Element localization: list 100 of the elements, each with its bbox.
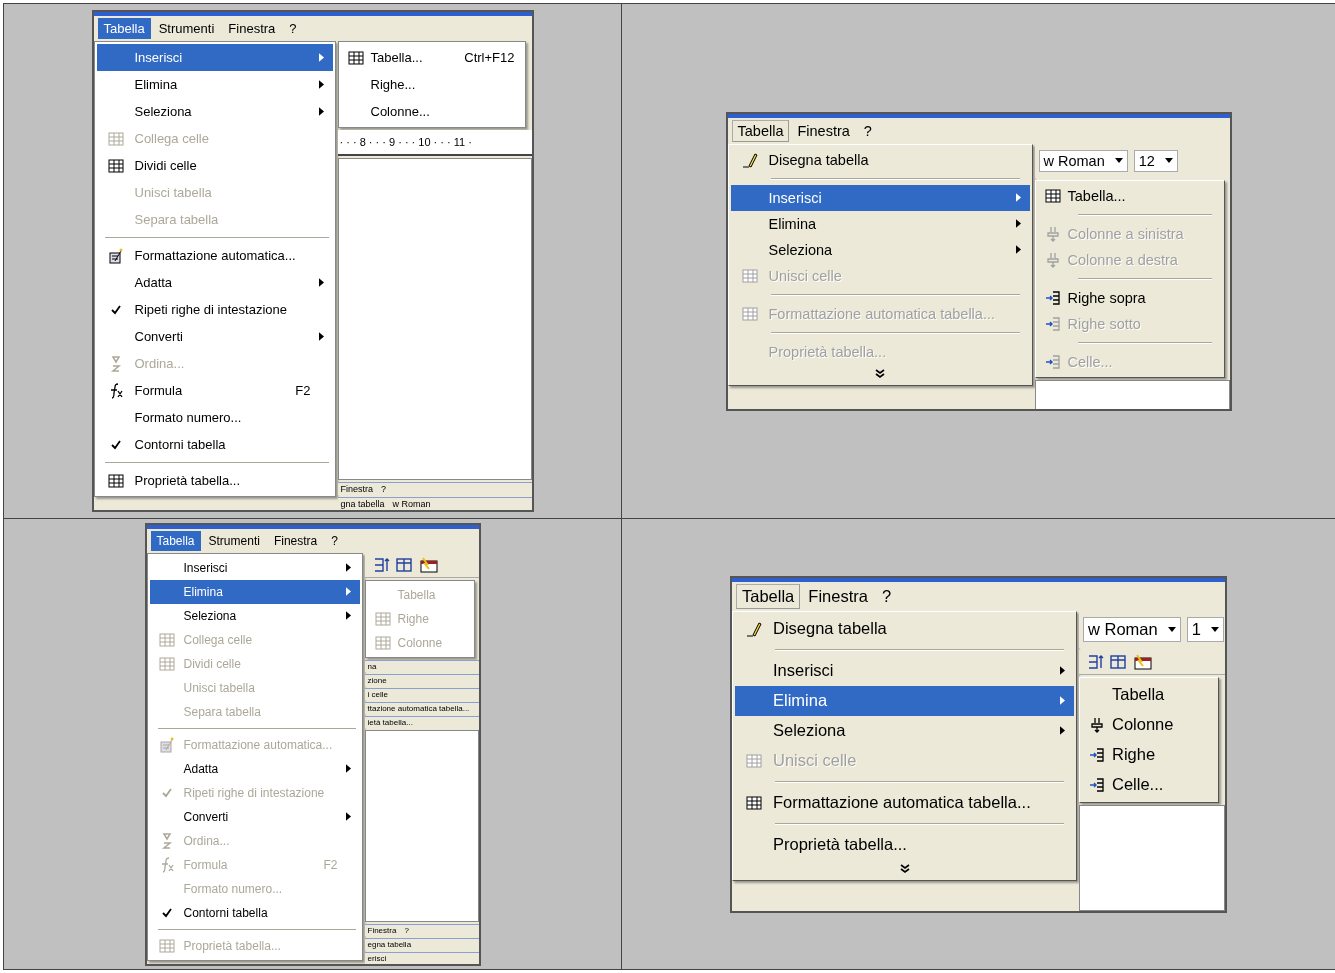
partial-text: ttazione automatica tabella... bbox=[367, 703, 470, 713]
dropdown-field[interactable]: 1 bbox=[1186, 616, 1224, 642]
menu-bar-item[interactable]: Tabella bbox=[150, 530, 201, 551]
menu-item[interactable]: Disegna tabella bbox=[730, 146, 1030, 173]
dropdown-field[interactable]: w Roman bbox=[1083, 616, 1181, 642]
menu-item[interactable]: Elimina bbox=[730, 210, 1030, 237]
menu-bar-item[interactable]: ? bbox=[857, 119, 878, 142]
menu-bar-item[interactable]: ? bbox=[325, 530, 344, 551]
dropdown-field[interactable]: w Roman bbox=[1038, 149, 1128, 172]
menu-item[interactable]: Proprietà tabella... bbox=[96, 467, 333, 494]
menu-item[interactable]: Colonne... bbox=[340, 98, 523, 125]
checkmark-icon bbox=[160, 786, 173, 799]
submenu-arrow-icon bbox=[345, 812, 351, 821]
dropdown-field[interactable]: 12 bbox=[1133, 149, 1178, 172]
menu-item[interactable]: Celle... bbox=[1082, 769, 1216, 800]
menu-item[interactable]: Righe... bbox=[340, 71, 523, 98]
menu-item[interactable]: Formula F2 bbox=[96, 377, 333, 404]
checkmark-icon bbox=[109, 438, 122, 451]
pencil-icon bbox=[741, 151, 758, 168]
menu-bar-item[interactable]: Tabella bbox=[736, 583, 801, 609]
table-grid-icon bbox=[746, 752, 762, 769]
row-insert-icon bbox=[1044, 315, 1061, 332]
menu-bar-item[interactable]: Tabella bbox=[97, 18, 151, 39]
table-grid-icon bbox=[741, 267, 758, 284]
menu-item[interactable]: Tabella... Ctrl+F12 bbox=[340, 44, 523, 71]
row-insert-icon bbox=[1044, 289, 1061, 306]
menu-item[interactable]: Elimina bbox=[149, 579, 360, 604]
table-grid-icon bbox=[158, 631, 175, 648]
partial-text: ? bbox=[404, 925, 409, 935]
menu-item[interactable]: Inserisci bbox=[149, 555, 360, 580]
menu-item[interactable]: Tabella bbox=[1082, 679, 1216, 710]
submenu-arrow-icon bbox=[345, 764, 351, 773]
submenu-arrow-icon bbox=[345, 611, 351, 620]
menu-item[interactable]: Formattazione automatica tabella... bbox=[735, 787, 1074, 818]
menu-bar-item[interactable]: Strumenti bbox=[202, 530, 266, 551]
table-grid-icon bbox=[347, 49, 364, 66]
menu-item[interactable]: Righe sopra bbox=[1037, 284, 1222, 311]
menu-bar-item[interactable]: Finestra bbox=[222, 18, 282, 39]
table-grid-icon bbox=[158, 655, 175, 672]
menu-item[interactable]: Inserisci bbox=[730, 184, 1030, 211]
menu-bar-item[interactable]: Strumenti bbox=[152, 18, 221, 39]
menu-item[interactable]: Formattazione automatica... bbox=[96, 242, 333, 269]
menu-item[interactable]: Inserisci bbox=[96, 44, 333, 71]
row-insert-icon bbox=[1089, 776, 1105, 793]
menu-item[interactable]: Elimina bbox=[96, 71, 333, 98]
table-grid-icon bbox=[107, 130, 124, 147]
submenu-arrow-icon bbox=[345, 563, 351, 572]
submenu-arrow-icon bbox=[1060, 696, 1065, 705]
table-grid-icon bbox=[374, 610, 391, 627]
menu-item[interactable]: Seleziona bbox=[735, 715, 1074, 746]
expand-chevron-icon[interactable] bbox=[875, 368, 885, 379]
menu-item[interactable]: Tabella... bbox=[1037, 182, 1222, 209]
menu-item[interactable]: Colonne bbox=[1082, 709, 1216, 740]
partial-text: Finestra bbox=[367, 925, 397, 935]
menu-item[interactable]: Converti bbox=[149, 804, 360, 829]
menu-item[interactable]: Contorni tabella bbox=[149, 900, 360, 925]
partial-text: gna tabella bbox=[340, 499, 385, 509]
partial-text: w Roman bbox=[392, 499, 431, 509]
menu-bar-item[interactable]: Tabella bbox=[731, 119, 790, 142]
menu-item[interactable]: Inserisci bbox=[735, 655, 1074, 686]
menu-item[interactable]: Contorni tabella bbox=[96, 431, 333, 458]
submenu-arrow-icon bbox=[1060, 726, 1065, 735]
menu-item[interactable]: Proprietà tabella... bbox=[735, 829, 1074, 860]
menu-item[interactable]: Adatta bbox=[149, 756, 360, 781]
pencil-icon bbox=[746, 620, 762, 637]
menu-item[interactable]: Righe bbox=[1082, 739, 1216, 770]
menu-item[interactable]: Formato numero... bbox=[96, 404, 333, 431]
wand-document-icon bbox=[158, 736, 175, 753]
expand-chevron-icon[interactable] bbox=[899, 863, 910, 874]
checkmark-icon bbox=[109, 303, 122, 316]
menu-item[interactable]: Dividi celle bbox=[96, 152, 333, 179]
table-grid-icon bbox=[107, 472, 124, 489]
menu-item[interactable]: Disegna tabella bbox=[735, 613, 1074, 644]
menu-bar-item[interactable]: ? bbox=[875, 583, 898, 609]
menu-bar-item[interactable]: Finestra bbox=[791, 119, 856, 142]
menu-bar-item[interactable]: Finestra bbox=[267, 530, 324, 551]
table-grid-icon bbox=[107, 157, 124, 174]
menu-bar-item[interactable]: ? bbox=[283, 18, 303, 39]
partial-text: ietà tabella... bbox=[367, 717, 413, 727]
column-insert-icon bbox=[1089, 716, 1105, 733]
table-grid-icon bbox=[741, 305, 758, 322]
menu-item[interactable]: Seleziona bbox=[96, 98, 333, 125]
menu-item[interactable]: Elimina bbox=[735, 685, 1074, 716]
menu-item[interactable]: Converti bbox=[96, 323, 333, 350]
partial-text: erisci bbox=[367, 953, 387, 963]
menu-bar-item[interactable]: Finestra bbox=[802, 583, 874, 609]
dropdown-arrow-icon bbox=[1210, 626, 1219, 632]
submenu-arrow-icon bbox=[1015, 245, 1021, 254]
table-grid-icon bbox=[746, 794, 762, 811]
column-insert-icon bbox=[1044, 251, 1061, 268]
menu-item[interactable]: Ripeti righe di intestazione bbox=[96, 296, 333, 323]
submenu-arrow-icon bbox=[1060, 666, 1065, 675]
menu-item[interactable]: Seleziona bbox=[149, 603, 360, 628]
submenu-arrow-icon bbox=[1015, 219, 1021, 228]
submenu-arrow-icon bbox=[345, 587, 351, 596]
menu-item[interactable]: Adatta bbox=[96, 269, 333, 296]
submenu-arrow-icon bbox=[318, 80, 324, 89]
menu-item[interactable]: Seleziona bbox=[730, 236, 1030, 263]
partial-text: i celle bbox=[367, 689, 388, 699]
row-insert-icon bbox=[1089, 746, 1105, 763]
